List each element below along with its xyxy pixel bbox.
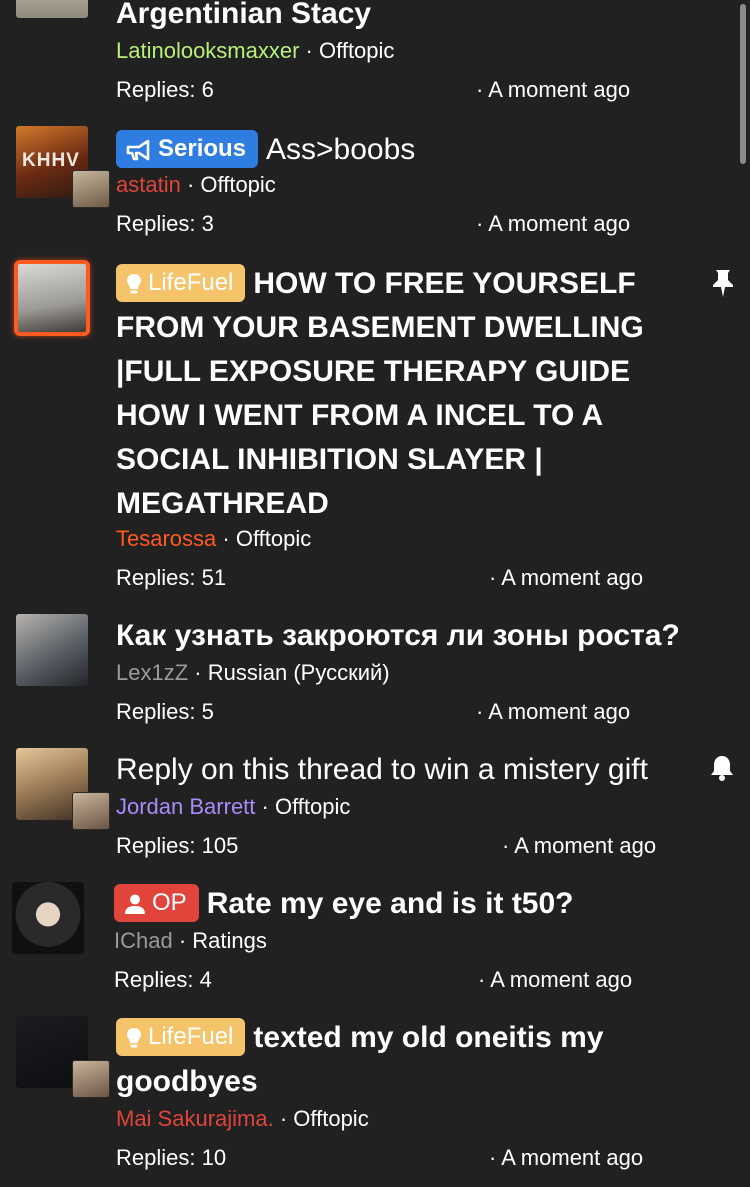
replies-count: Replies: 6 <box>116 77 214 102</box>
replies-count: Replies: 105 <box>116 833 239 858</box>
thread-meta: astatin · Offtopic <box>116 172 276 197</box>
category-link[interactable]: Offtopic <box>200 172 275 197</box>
thread-meta: Latinolooksmaxxer · Offtopic <box>116 38 395 63</box>
avatar[interactable] <box>14 260 90 336</box>
lightbulb-icon <box>127 1028 141 1048</box>
thread-title[interactable]: Ass>boobs <box>266 133 415 166</box>
thread-title-row[interactable]: Serious Ass>boobs <box>116 128 720 172</box>
bell-icon <box>708 754 736 787</box>
thread-title[interactable]: Rate my eye and is it t50? <box>207 887 574 920</box>
thread-meta: IChad · Ratings <box>114 928 267 953</box>
megaphone-icon <box>126 139 150 161</box>
author-name[interactable]: Jordan Barrett <box>116 794 255 819</box>
lightbulb-icon <box>127 274 141 294</box>
badge-lifefuel: LifeFuel <box>116 1018 246 1056</box>
avatar-secondary <box>72 792 110 830</box>
replies-count: Replies: 3 <box>116 211 214 236</box>
timestamp: · A moment ago <box>489 565 644 590</box>
badge-op: OP <box>114 884 199 922</box>
thread-title[interactable]: HOW TO FREE YOURSELF FROM YOUR BASEMENT … <box>116 267 644 520</box>
thread-meta: Lex1zZ · Russian (Русский) <box>116 660 390 685</box>
author-name[interactable]: IChad <box>114 928 173 953</box>
category-link[interactable]: Offtopic <box>319 38 394 63</box>
replies-count: Replies: 4 <box>114 967 212 992</box>
category-link[interactable]: Ratings <box>192 928 267 953</box>
timestamp: · A moment ago <box>502 833 657 858</box>
author-name[interactable]: Lex1zZ <box>116 660 188 685</box>
replies-count: Replies: 5 <box>116 699 214 724</box>
scrollbar[interactable] <box>740 4 746 164</box>
thread-title-row[interactable]: OP Rate my eye and is it t50? <box>114 882 720 926</box>
thread-meta: Mai Sakurajima. · Offtopic <box>116 1106 369 1131</box>
thread-title[interactable]: Reply on this thread to win a mistery gi… <box>116 748 692 792</box>
badge-serious: Serious <box>116 130 259 168</box>
avatar[interactable] <box>16 614 88 686</box>
thread-meta: Jordan Barrett · Offtopic <box>116 794 351 819</box>
avatar-text: KHHV <box>22 150 80 171</box>
user-icon <box>125 894 145 914</box>
thread-title-row[interactable]: LifeFuel HOW TO FREE YOURSELF FROM YOUR B… <box>116 262 686 526</box>
timestamp: · A moment ago <box>478 967 633 992</box>
author-name[interactable]: Mai Sakurajima. <box>116 1106 274 1131</box>
category-link[interactable]: Offtopic <box>275 794 350 819</box>
category-link[interactable]: Russian (Русский) <box>208 660 390 685</box>
timestamp: · A moment ago <box>476 77 631 102</box>
thread-title-row[interactable]: LifeFuel texted my old oneitis my goodbye… <box>116 1016 660 1104</box>
replies-count: Replies: 10 <box>116 1145 227 1170</box>
author-name[interactable]: Tesarossa <box>116 526 216 551</box>
thread-title[interactable]: Argentinian Stacy <box>116 0 720 36</box>
category-link[interactable]: Offtopic <box>293 1106 368 1131</box>
avatar-secondary <box>72 1060 110 1098</box>
badge-lifefuel: LifeFuel <box>116 264 246 302</box>
timestamp: · A moment ago <box>476 211 631 236</box>
avatar[interactable] <box>12 882 84 954</box>
pin-icon <box>710 268 736 303</box>
avatar-secondary <box>72 170 110 208</box>
timestamp: · A moment ago <box>489 1145 644 1170</box>
category-link[interactable]: Offtopic <box>236 526 311 551</box>
thread-meta: Tesarossa · Offtopic <box>116 526 312 551</box>
timestamp: · A moment ago <box>476 699 631 724</box>
thread-title[interactable]: Как узнать закроются ли зоны роста? <box>116 614 740 658</box>
avatar[interactable] <box>16 0 88 18</box>
replies-count: Replies: 51 <box>116 565 227 590</box>
author-name[interactable]: astatin <box>116 172 181 197</box>
author-name[interactable]: Latinolooksmaxxer <box>116 38 299 63</box>
